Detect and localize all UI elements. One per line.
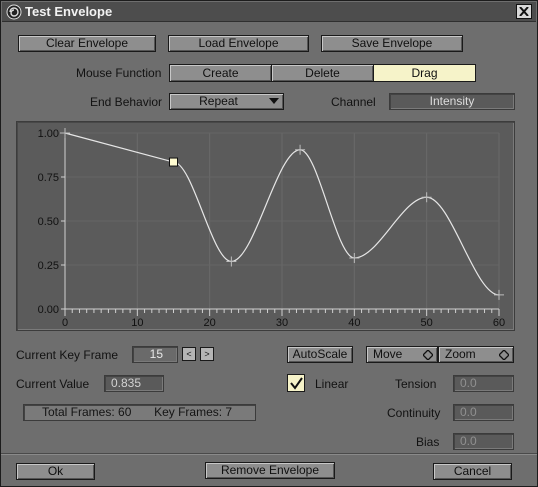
channel-label: Channel (331, 95, 376, 109)
move-label: Move (373, 347, 403, 361)
current-value-label: Current Value (16, 377, 90, 391)
key-frames-text: Key Frames: 7 (154, 405, 233, 419)
bias-field[interactable]: 0.0 (453, 433, 514, 450)
x-tick-label: 10 (131, 317, 143, 329)
autoscale-button[interactable]: AutoScale (287, 346, 353, 363)
mouse-function-label: Mouse Function (76, 66, 162, 80)
load-envelope-button[interactable]: Load Envelope (168, 35, 309, 52)
current-value-field[interactable]: 0.835 (104, 375, 164, 392)
frames-status: Total Frames: 60 Key Frames: 7 (23, 404, 256, 421)
envelope-chart[interactable]: 1.00 0.75 0.50 0.25 0.000 10 20 30 40 50 60 (17, 122, 516, 332)
close-icon[interactable] (516, 4, 532, 19)
check-icon (290, 377, 303, 390)
app-logo-icon (6, 4, 22, 20)
x-tick-label: 30 (276, 317, 288, 329)
key-marker[interactable] (349, 252, 360, 263)
title-bar[interactable]: Test Envelope (2, 2, 536, 22)
next-key-button[interactable]: > (200, 347, 214, 361)
current-key-frame-field[interactable]: 15 (132, 346, 178, 363)
channel-value: Intensity (389, 93, 515, 110)
mode-create-button[interactable]: Create (169, 64, 272, 82)
end-behavior-label: End Behavior (90, 95, 163, 109)
linear-checkbox[interactable] (287, 374, 305, 392)
dropdown-arrow-icon (269, 98, 279, 104)
x-tick-label: 20 (204, 317, 216, 329)
end-behavior-value: Repeat (199, 94, 238, 108)
mode-delete-button[interactable]: Delete (271, 64, 374, 82)
key-marker[interactable] (494, 289, 504, 300)
bias-label: Bias (416, 435, 440, 449)
envelope-window: Test Envelope Clear Envelope Load Envelo… (0, 0, 538, 487)
diamond-arrow-icon (499, 350, 509, 360)
zoom-label: Zoom (445, 347, 476, 361)
x-tick-label: 0 (62, 317, 68, 329)
tension-label: Tension (395, 377, 437, 391)
footer-divider (1, 453, 537, 455)
clear-envelope-button[interactable]: Clear Envelope (18, 35, 156, 52)
cancel-button[interactable]: Cancel (433, 463, 512, 480)
selected-key-marker[interactable] (169, 157, 178, 167)
key-marker[interactable] (421, 192, 432, 203)
x-tick-label: 60 (493, 317, 505, 329)
current-key-frame-label: Current Key Frame (16, 348, 119, 362)
key-marker[interactable] (60, 128, 70, 138)
x-tick-label: 50 (421, 317, 433, 329)
window-title: Test Envelope (25, 4, 113, 19)
tension-field[interactable]: 0.0 (453, 375, 514, 392)
end-behavior-select[interactable]: Repeat (169, 93, 284, 110)
total-frames-text: Total Frames: 60 (42, 405, 132, 419)
key-marker[interactable] (295, 144, 306, 155)
mode-drag-button[interactable]: Drag (373, 64, 476, 82)
diamond-arrow-icon (423, 350, 433, 360)
prev-key-button[interactable]: < (182, 347, 196, 361)
y-tick-label: 1.00 (38, 128, 59, 140)
save-envelope-button[interactable]: Save Envelope (321, 35, 463, 52)
ok-button[interactable]: Ok (16, 463, 95, 480)
y-tick-label: 0.00 (38, 304, 59, 316)
y-tick-label: 0.50 (38, 216, 59, 228)
continuity-label: Continuity (387, 406, 441, 420)
continuity-field[interactable]: 0.0 (453, 404, 514, 421)
zoom-select[interactable]: Zoom (438, 346, 514, 363)
y-tick-label: 0.25 (38, 260, 59, 272)
x-tick-label: 40 (348, 317, 360, 329)
linear-label: Linear (315, 377, 349, 391)
remove-envelope-button[interactable]: Remove Envelope (205, 462, 335, 479)
move-select[interactable]: Move (366, 346, 438, 363)
y-tick-label: 0.75 (38, 172, 59, 184)
envelope-graph[interactable]: 1.00 0.75 0.50 0.25 0.00 0 10 20 30 40 50 60 (16, 121, 515, 331)
